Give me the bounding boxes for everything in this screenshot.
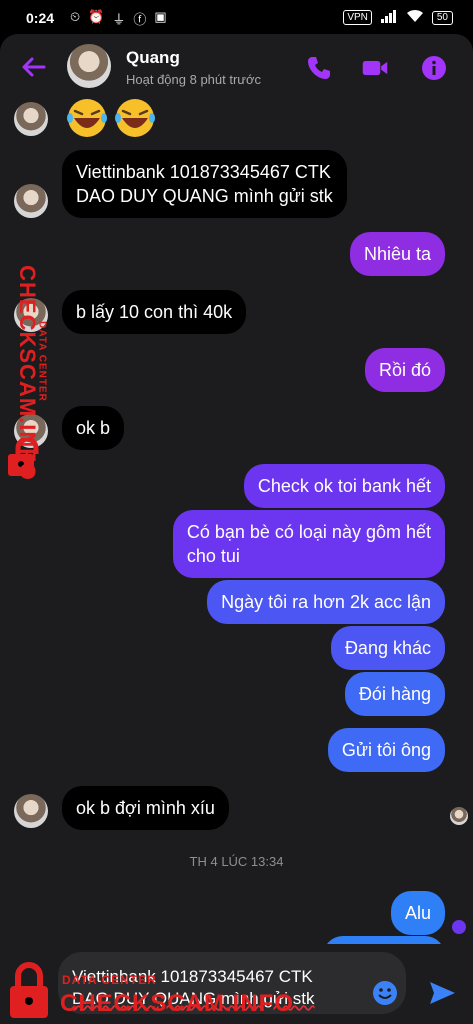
- signal-icon: [380, 9, 398, 26]
- contact-avatar[interactable]: [67, 44, 111, 88]
- back-arrow-icon[interactable]: [18, 52, 48, 82]
- phone-icon[interactable]: [305, 54, 333, 82]
- outgoing-message[interactable]: Nhiêu ta: [349, 232, 445, 276]
- contact-name[interactable]: Quang: [126, 48, 180, 68]
- send-icon[interactable]: [428, 980, 456, 1006]
- notification-icons: ⏲ ⏰ ⏚ ⓕ ▣: [70, 9, 167, 28]
- outgoing-message[interactable]: Alu: [390, 891, 445, 935]
- incoming-message[interactable]: ok b: [62, 406, 125, 450]
- message-list[interactable]: Viettinbank 101873345467 CTK DAO DUY QUA…: [0, 98, 473, 944]
- sender-avatar: [14, 102, 48, 136]
- seen-avatar: [450, 807, 468, 825]
- alarm-icon: ⏲: [70, 9, 81, 24]
- messenger-screen: 0:24 ⏲ ⏰ ⏚ ⓕ ▣ VPN 50 Quang Hoạt động 8 …: [0, 0, 473, 1024]
- outgoing-message[interactable]: Đói hàng: [344, 672, 445, 716]
- info-icon[interactable]: [420, 54, 448, 82]
- outgoing-message-partial[interactable]: [323, 936, 445, 944]
- sent-check-icon: [452, 920, 466, 934]
- wifi-icon: [406, 9, 424, 26]
- chat-header: Quang Hoạt động 8 phút trước: [0, 34, 473, 98]
- clock-icon: ⏰: [88, 9, 105, 24]
- outgoing-message[interactable]: Rồi đó: [364, 348, 445, 392]
- hotspot-icon: ⏚: [112, 12, 126, 27]
- facebook-icon: ⓕ: [133, 12, 147, 27]
- status-time: 0:24: [26, 10, 55, 26]
- system-icons: VPN 50: [343, 9, 453, 26]
- watermark-sub: DATA CENTER: [62, 973, 157, 987]
- sender-avatar: [14, 794, 48, 828]
- laughing-emoji-icon: [67, 99, 107, 137]
- lock-icon: [10, 962, 48, 1018]
- outgoing-message[interactable]: Có bạn bè có loại này gôm hết cho tui: [172, 510, 445, 578]
- laughing-emoji-icon: [115, 99, 155, 137]
- message-timestamp: TH 4 LÚC 13:34: [189, 854, 284, 869]
- watermark-sub-vertical: DATA CENTER: [36, 321, 48, 402]
- incoming-message[interactable]: ok b đợi mình xíu: [62, 786, 229, 830]
- message-text: Có bạn bè có loại này gôm hết: [186, 522, 431, 542]
- status-bar: 0:24 ⏲ ⏰ ⏚ ⓕ ▣ VPN 50: [0, 0, 473, 34]
- contact-status: Hoạt động 8 phút trước: [126, 72, 262, 87]
- incoming-message[interactable]: Viettinbank 101873345467 CTK DAO DUY QUA…: [62, 150, 347, 218]
- message-text: DAO DUY QUANG mình gửi stk: [76, 186, 333, 206]
- vpn-badge: VPN: [343, 10, 372, 25]
- incoming-message[interactable]: b lấy 10 con thì 40k: [62, 290, 247, 334]
- outgoing-message[interactable]: Check ok toi bank hết: [243, 464, 445, 508]
- outgoing-message[interactable]: Ngày tôi ra hơn 2k acc lận: [207, 580, 445, 624]
- sender-avatar: [14, 184, 48, 218]
- message-text: cho tui: [186, 546, 240, 566]
- outgoing-message[interactable]: Gửi tôi ông: [327, 728, 445, 772]
- message-text: Viettinbank 101873345467 CTK: [76, 162, 331, 182]
- emoji-icon[interactable]: [372, 980, 398, 1006]
- battery-indicator: 50: [431, 10, 453, 25]
- watermark-brand: CHECKSCAM.INFO: [60, 990, 294, 1017]
- outgoing-message[interactable]: Đang khác: [330, 626, 445, 670]
- video-icon[interactable]: [361, 54, 389, 82]
- app-icon: ▣: [154, 9, 167, 24]
